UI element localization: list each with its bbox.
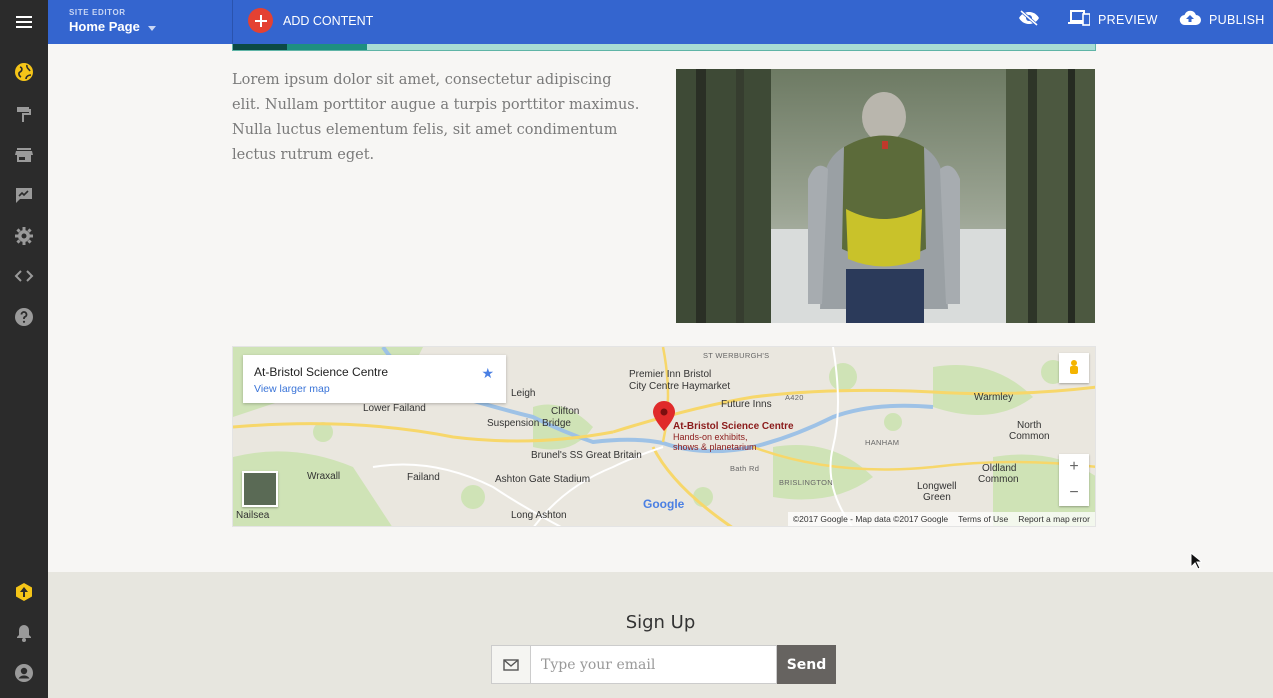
map-place-name: At-Bristol Science Centre xyxy=(254,365,389,379)
help-icon[interactable] xyxy=(12,305,36,329)
left-rail xyxy=(0,0,48,698)
map-label: Oldland xyxy=(982,463,1017,474)
attribution-text: ©2017 Google - Map data ©2017 Google xyxy=(792,514,949,524)
site-editor-label: SITE EDITOR xyxy=(69,8,126,17)
divider xyxy=(232,0,233,44)
google-logo: Google xyxy=(643,497,685,511)
tab-strip-segment xyxy=(233,44,287,50)
page-name: Home Page xyxy=(69,19,140,34)
map-label: Common xyxy=(978,474,1019,485)
map-label: Nailsea xyxy=(236,510,270,521)
body-text: Lorem ipsum dolor sit amet, consectetur … xyxy=(232,72,640,163)
add-content-button[interactable]: ADD CONTENT xyxy=(248,8,373,33)
map-label: Warmley xyxy=(974,392,1014,403)
map-label: Long Ashton xyxy=(511,510,567,521)
map-label: Leigh xyxy=(511,388,536,399)
map-label: Failand xyxy=(407,472,440,483)
map-label: North xyxy=(1017,420,1042,431)
map-label: Suspension Bridge xyxy=(487,418,571,429)
satellite-toggle[interactable] xyxy=(242,471,278,507)
brush-icon[interactable] xyxy=(12,102,36,126)
plus-icon xyxy=(248,8,273,33)
map-label: Clifton xyxy=(551,406,580,417)
account-icon[interactable] xyxy=(12,661,36,685)
send-button[interactable]: Send xyxy=(777,645,836,684)
map-pin-label: At-Bristol Science Centre xyxy=(673,421,794,432)
tab-strip xyxy=(232,44,1096,51)
map-label: Green xyxy=(923,492,951,503)
map-attribution: ©2017 Google - Map data ©2017 Google Ter… xyxy=(787,512,1095,526)
hiker-photo xyxy=(676,69,1095,323)
eye-off-icon xyxy=(1018,9,1040,29)
code-icon[interactable] xyxy=(12,264,36,288)
publish-label: PUBLISH xyxy=(1209,12,1265,27)
view-larger-map-link[interactable]: View larger map xyxy=(254,383,330,395)
terms-link[interactable]: Terms of Use xyxy=(958,514,1008,524)
map-label: ST WERBURGH'S xyxy=(703,351,770,360)
site-editor-selector[interactable]: SITE EDITOR Home Page xyxy=(69,8,156,34)
map-label: Longwell xyxy=(917,481,957,492)
zoom-in-button[interactable]: + xyxy=(1059,454,1089,480)
map-label: Wraxall xyxy=(307,471,341,482)
zoom-out-button[interactable]: − xyxy=(1059,480,1089,506)
tab-strip-segment xyxy=(287,44,367,50)
map-label: Bath Rd xyxy=(730,464,760,473)
map-pin-sub: Hands-on exhibits, xyxy=(673,432,748,442)
mouse-cursor-icon xyxy=(1190,551,1204,575)
chevron-down-icon xyxy=(147,19,156,34)
reviews-icon[interactable] xyxy=(12,183,36,207)
menu-icon[interactable] xyxy=(0,0,48,44)
bell-icon[interactable] xyxy=(12,621,36,645)
zoom-control: + − xyxy=(1059,454,1089,506)
star-icon[interactable]: ★ xyxy=(481,365,494,382)
publish-button[interactable]: PUBLISH xyxy=(1179,10,1265,29)
preview-label: PREVIEW xyxy=(1098,12,1158,27)
map-label: HANHAM xyxy=(865,438,900,447)
report-link[interactable]: Report a map error xyxy=(1018,514,1090,524)
street-view-icon[interactable] xyxy=(1059,353,1089,383)
map-pin-sub: shows & planetarium xyxy=(673,442,757,452)
signup-title: Sign Up xyxy=(625,612,696,633)
add-content-label: ADD CONTENT xyxy=(283,13,374,28)
signup-section: Sign Up Send xyxy=(48,572,1273,698)
signup-form: Send xyxy=(491,645,836,684)
embedded-map[interactable]: At-Bristol Science Centre View larger ma… xyxy=(232,346,1096,527)
map-label: City Centre Haymarket xyxy=(629,381,731,392)
preview-button[interactable]: PREVIEW xyxy=(1068,10,1158,29)
map-label: Premier Inn Bristol xyxy=(629,369,712,380)
cloud-upload-icon xyxy=(1179,10,1201,29)
settings-icon[interactable] xyxy=(12,224,36,248)
map-label: A420 xyxy=(785,393,804,402)
top-bar: SITE EDITOR Home Page ADD CONTENT PREVIE… xyxy=(48,0,1273,44)
store-icon[interactable] xyxy=(12,143,36,167)
map-info-card: At-Bristol Science Centre View larger ma… xyxy=(243,355,506,403)
map-label: BRISLINGTON xyxy=(779,478,834,487)
map-label: Common xyxy=(1009,431,1050,442)
upgrade-icon[interactable] xyxy=(12,580,36,604)
devices-icon xyxy=(1068,10,1091,29)
globe-icon[interactable] xyxy=(12,60,36,84)
map-label: Ashton Gate Stadium xyxy=(495,474,591,485)
map-label: Brunel's SS Great Britain xyxy=(531,450,642,461)
map-label: Lower Failand xyxy=(363,403,426,414)
map-label: Future Inns xyxy=(721,399,772,410)
envelope-icon xyxy=(491,645,531,684)
hide-button[interactable] xyxy=(1018,9,1040,29)
email-field[interactable] xyxy=(531,645,777,684)
